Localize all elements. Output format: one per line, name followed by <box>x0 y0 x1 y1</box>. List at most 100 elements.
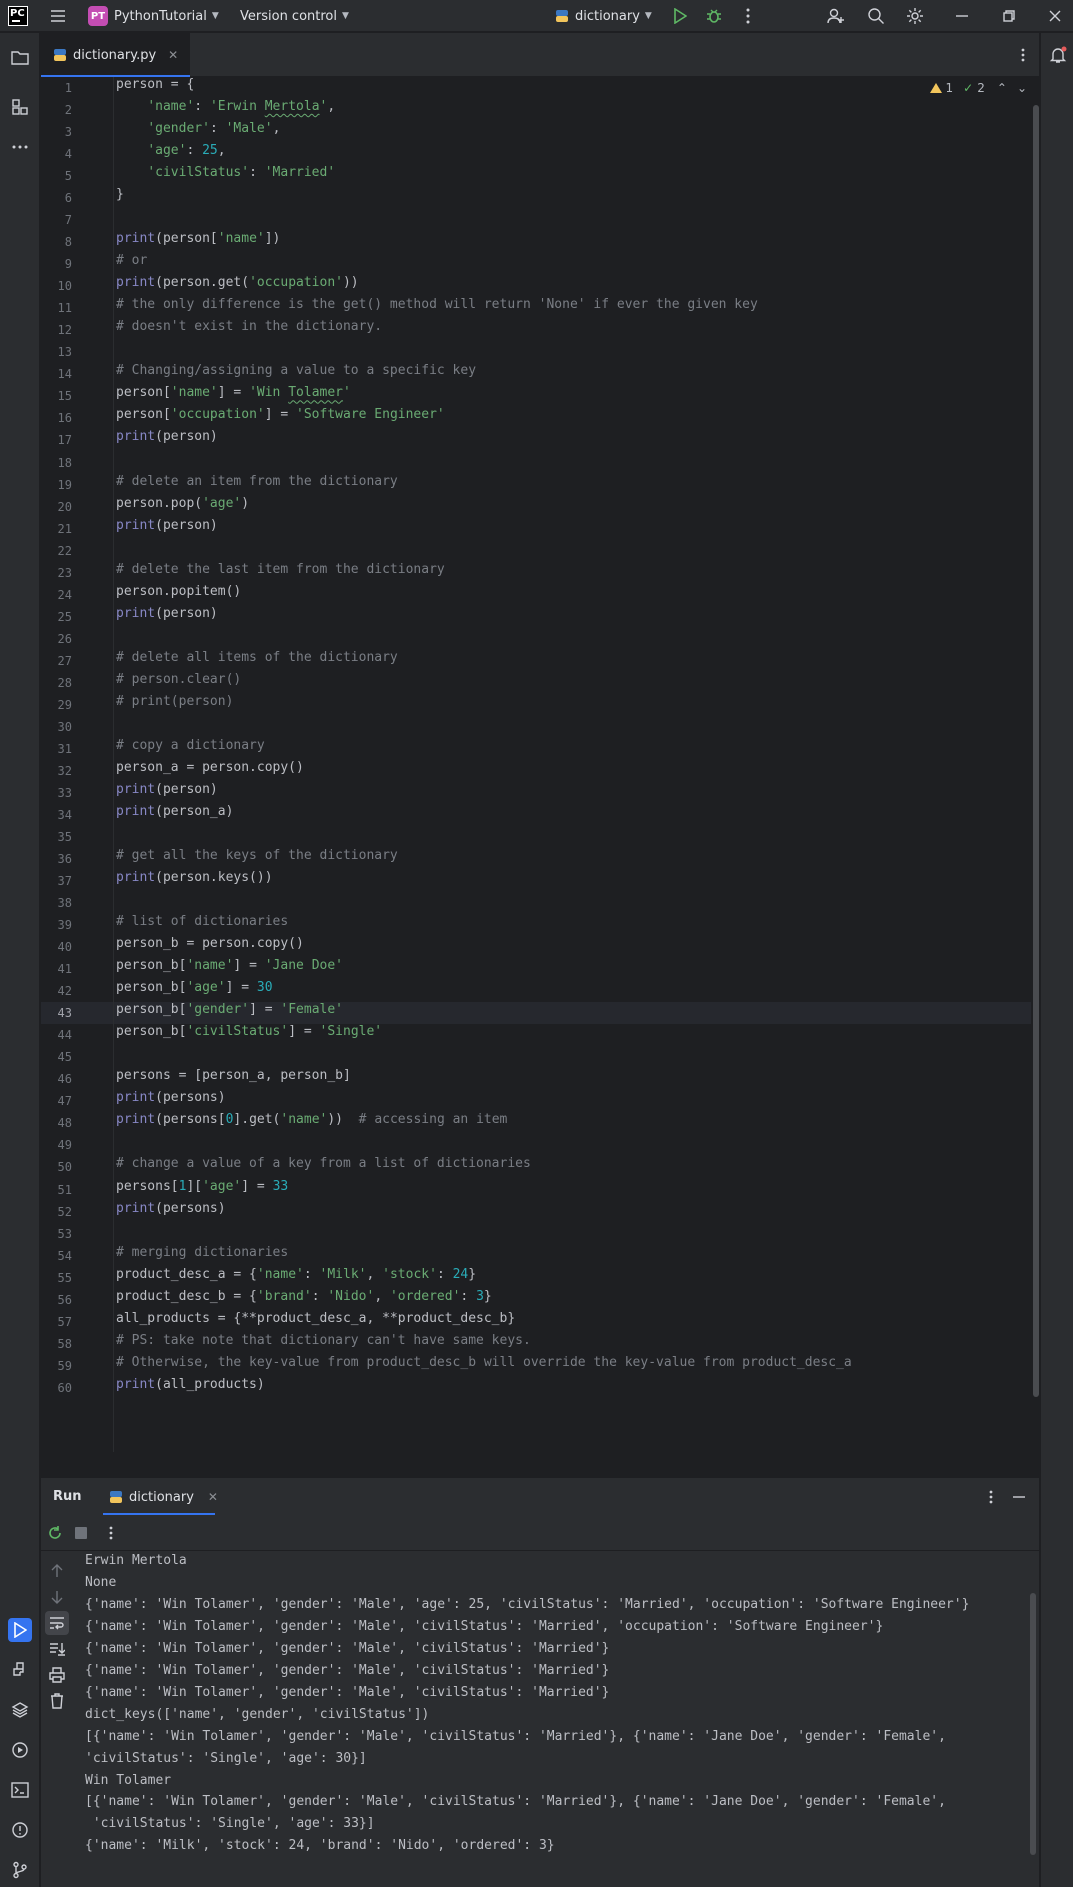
close-window-icon[interactable] <box>1043 4 1067 28</box>
clear-trash-icon[interactable] <box>45 1689 69 1713</box>
line-number: 51 <box>57 1182 72 1197</box>
code-token: person_b[ <box>116 958 187 974</box>
console-scrollbar[interactable] <box>1030 1593 1036 1855</box>
run-configuration-selector[interactable]: dictionary ▼ <box>555 0 652 32</box>
weak-warning-count: 2 <box>977 81 985 95</box>
notifications-bell-icon[interactable] <box>1046 43 1070 67</box>
console-line: {'name': 'Win Tolamer', 'gender': 'Male'… <box>85 1684 610 1700</box>
run-icon[interactable] <box>668 4 692 28</box>
run-tool-icon[interactable] <box>8 1618 32 1642</box>
code-line: persons[1]['age'] = 33 <box>116 1179 288 1201</box>
line-number: 34 <box>57 807 72 822</box>
print-icon[interactable] <box>45 1663 69 1687</box>
main-menu-icon[interactable] <box>46 4 70 28</box>
run-panel-options-icon[interactable] <box>979 1485 1003 1509</box>
code-line: # merging dictionaries <box>116 1245 288 1267</box>
code-token: # list of dictionaries <box>116 914 289 930</box>
code-token: print <box>116 1200 156 1216</box>
code-line: # delete all items of the dictionary <box>116 650 398 672</box>
project-name: PythonTutorial <box>114 8 207 24</box>
rerun-icon[interactable] <box>43 1521 67 1545</box>
services-icon[interactable] <box>8 1738 32 1762</box>
debug-icon[interactable] <box>702 4 726 28</box>
editor-tab-bar: dictionary.py ✕ <box>41 33 1039 77</box>
code-token: (person) <box>155 429 218 445</box>
scroll-down-arrow-icon[interactable] <box>45 1585 69 1609</box>
code-line: print(person_a) <box>116 804 233 826</box>
code-token: ] = <box>233 958 265 974</box>
code-token: (person.keys()) <box>155 870 273 886</box>
project-selector[interactable]: PT PythonTutorial ▼ <box>88 0 219 32</box>
code-line: print(persons[0].get('name')) # accessin… <box>116 1112 507 1134</box>
scroll-up-arrow-icon[interactable] <box>45 1559 69 1583</box>
stop-icon[interactable] <box>69 1521 93 1545</box>
code-token: : <box>436 1266 453 1282</box>
search-icon[interactable] <box>864 4 888 28</box>
code-token: person_b = person.copy() <box>116 936 304 952</box>
run-more-options-icon[interactable] <box>99 1521 123 1545</box>
code-token: : <box>194 99 210 115</box>
next-highlight-icon[interactable]: ⌄ <box>1017 81 1027 95</box>
code-line: all_products = {**product_desc_a, **prod… <box>116 1311 515 1333</box>
tab-options-icon[interactable] <box>1011 43 1035 67</box>
more-actions-icon[interactable] <box>736 4 760 28</box>
structure-tool-icon[interactable] <box>8 95 32 119</box>
code-line: person.popitem() <box>116 584 241 606</box>
code-token: 'Married' <box>264 165 336 181</box>
minimize-window-icon[interactable] <box>950 4 974 28</box>
code-token: , <box>217 143 226 159</box>
code-token: Mertola <box>264 99 320 115</box>
more-tools-icon[interactable] <box>8 135 32 159</box>
code-line: # change a value of a key from a list of… <box>116 1156 531 1178</box>
run-tab-dictionary[interactable]: dictionary ✕ <box>103 1478 224 1516</box>
code-line: 'age': 25, <box>116 143 226 165</box>
code-token: print <box>116 1376 156 1392</box>
run-console-output[interactable]: Erwin Mertola None {'name': 'Win Tolamer',… <box>74 1551 1039 1887</box>
code-token: print <box>116 1090 156 1106</box>
code-editor[interactable]: 1 2 3 4 5 6 7 8 9 10 11 12 13 14 15 16 17 18 19 20 21 22 23 24 2… <box>41 77 1039 1452</box>
soft-wrap-icon[interactable] <box>45 1611 69 1635</box>
title-bar: PC PT PythonTutorial ▼ Version control ▼… <box>0 0 1073 32</box>
code-token: )) <box>327 1112 359 1128</box>
restore-window-icon[interactable] <box>997 4 1021 28</box>
line-number: 14 <box>57 367 72 382</box>
code-line: # doesn't exist in the dictionary. <box>116 319 382 341</box>
python-packages-icon[interactable] <box>8 1698 32 1722</box>
close-run-tab-icon[interactable]: ✕ <box>208 1490 218 1504</box>
editor-tab-dictionary[interactable]: dictionary.py ✕ <box>41 33 191 77</box>
code-token: # delete the last item from the dictiona… <box>116 561 445 577</box>
previous-highlight-icon[interactable]: ⌃ <box>997 81 1007 95</box>
line-number: 16 <box>57 411 72 426</box>
project-tool-folder-icon[interactable] <box>8 45 32 69</box>
code-token: person_b[ <box>116 1024 187 1040</box>
code-token: } <box>483 1288 492 1304</box>
line-number: 3 <box>64 125 72 140</box>
version-control-menu[interactable]: Version control ▼ <box>240 0 349 32</box>
code-token: print <box>116 870 156 886</box>
code-token: 'name' <box>256 1266 304 1282</box>
python-console-icon[interactable] <box>8 1658 32 1682</box>
code-line: # person.clear() <box>116 672 241 694</box>
inspection-widget[interactable]: 1 ✓ 2 ⌃ ⌄ <box>929 81 1027 95</box>
terminal-icon[interactable] <box>8 1778 32 1802</box>
line-number: 30 <box>57 719 72 734</box>
close-tab-icon[interactable]: ✕ <box>168 48 178 62</box>
settings-gear-icon[interactable] <box>903 4 927 28</box>
line-number: 38 <box>57 896 72 911</box>
code-with-me-icon[interactable] <box>824 4 848 28</box>
hide-panel-icon[interactable] <box>1007 1485 1031 1509</box>
console-line: [{'name': 'Win Tolamer', 'gender': 'Male… <box>85 1728 954 1744</box>
line-number: 59 <box>57 1358 72 1373</box>
scroll-to-end-icon[interactable] <box>45 1637 69 1661</box>
code-token: 'name' <box>217 231 265 247</box>
code-token: 'Single' <box>319 1024 383 1040</box>
code-token: 'age' <box>202 495 242 511</box>
code-line: print(person) <box>116 782 218 804</box>
line-number: 9 <box>64 257 72 272</box>
editor-scrollbar[interactable] <box>1033 105 1039 1397</box>
version-control-branch-icon[interactable] <box>8 1858 32 1882</box>
console-line: {'name': 'Milk', 'stock': 24, 'brand': '… <box>85 1838 555 1854</box>
problems-icon[interactable] <box>8 1818 32 1842</box>
